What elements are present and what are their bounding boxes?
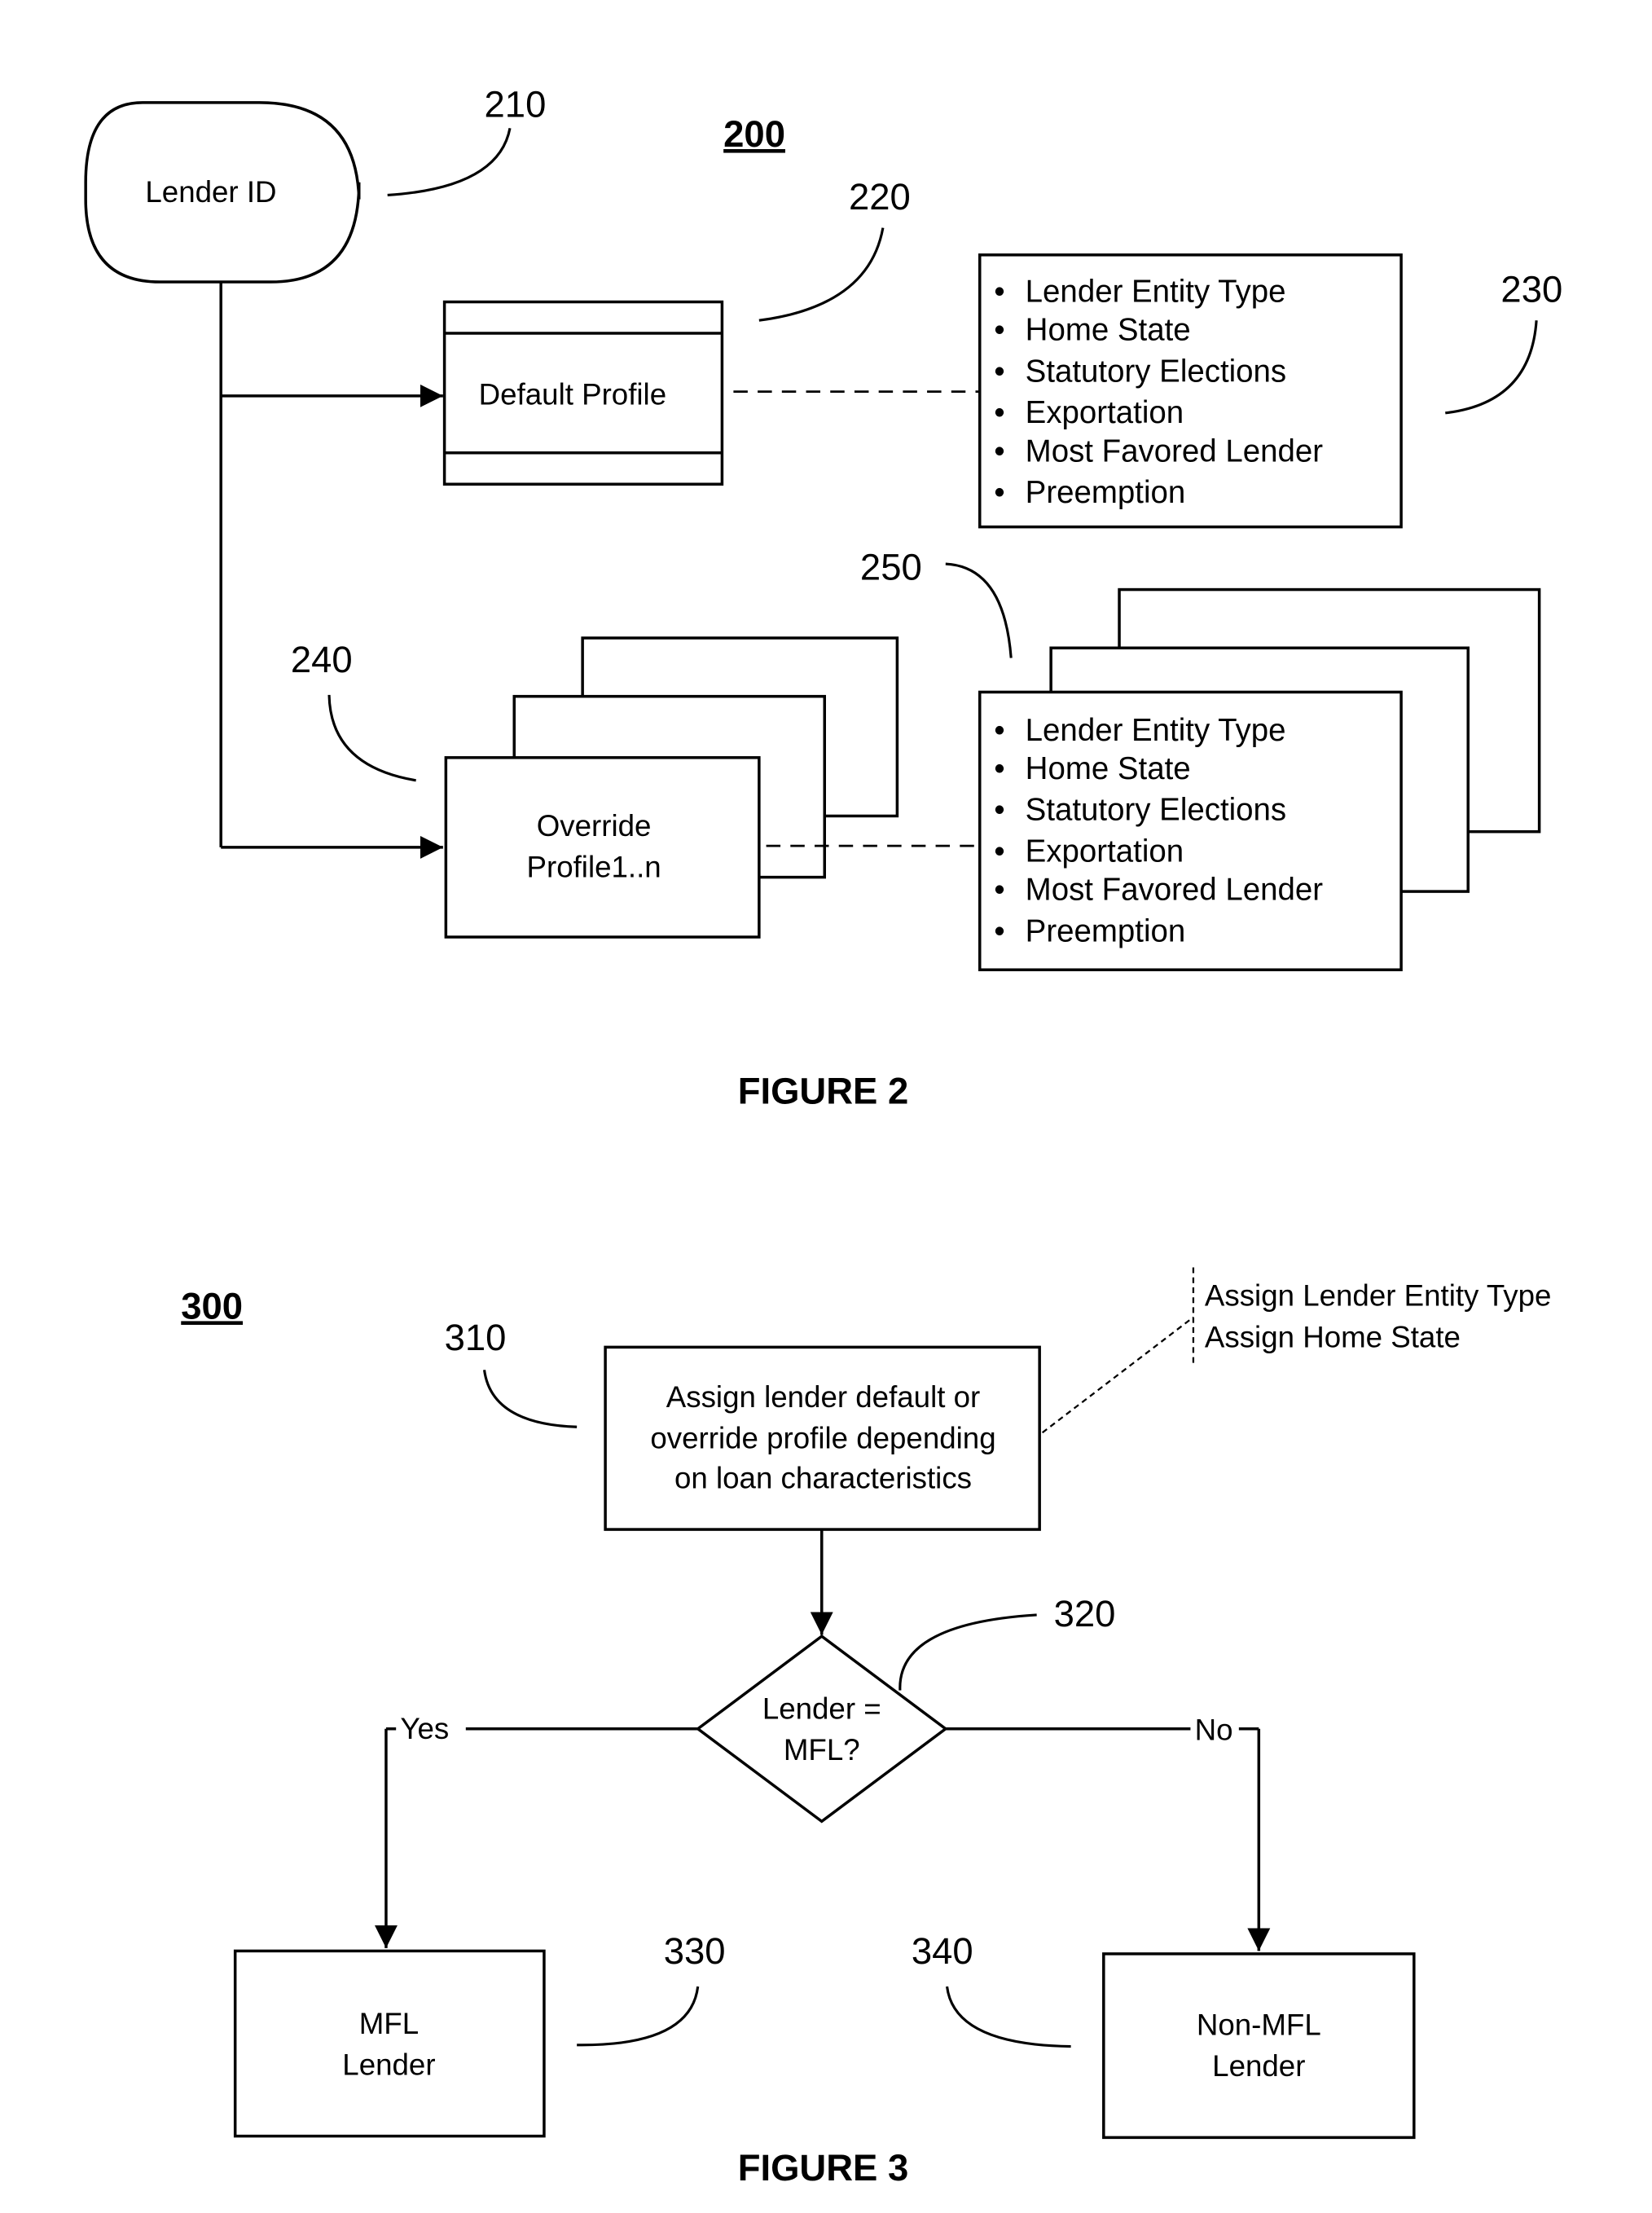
decision-text-line1: Lender = bbox=[762, 1692, 881, 1726]
patent-drawing-sheet: 200 Lender ID 210 Default Profile 220 • … bbox=[84, 83, 1562, 2189]
assign-profile-text-line1: Assign lender default or bbox=[666, 1380, 980, 1414]
no-label: No bbox=[1195, 1714, 1233, 1747]
override-attributes-stack: • Lender Entity Type • Home State • Stat… bbox=[978, 587, 1541, 971]
ref-210: 210 bbox=[485, 83, 547, 125]
bullet-icon: • bbox=[994, 751, 1004, 786]
assign-profile-text-line3: on loan characteristics bbox=[674, 1461, 972, 1494]
annotation-line1: Assign Lender Entity Type bbox=[1205, 1279, 1552, 1313]
yes-label: Yes bbox=[400, 1712, 449, 1745]
figure-2-number: 200 bbox=[723, 113, 785, 155]
mfl-lender-line2: Lender bbox=[342, 2048, 435, 2081]
mfl-lender-line1: MFL bbox=[359, 2007, 419, 2040]
default-profile-label: Default Profile bbox=[479, 377, 666, 411]
attribute-item: Most Favored Lender bbox=[1026, 873, 1324, 908]
attribute-item: Preemption bbox=[1026, 475, 1186, 510]
bullet-icon: • bbox=[994, 433, 1004, 469]
non-mfl-lender-box bbox=[1102, 1952, 1416, 2140]
ref-240: 240 bbox=[291, 639, 353, 680]
ref-320: 320 bbox=[1054, 1593, 1116, 1634]
annotation-leader bbox=[1041, 1316, 1194, 1434]
override-profile-label-line1: Override bbox=[537, 809, 652, 843]
attribute-item: Preemption bbox=[1026, 913, 1186, 948]
leader-320 bbox=[898, 1613, 1037, 1691]
bullet-icon: • bbox=[994, 873, 1004, 908]
ref-330: 330 bbox=[664, 1930, 726, 1972]
decision-text-line2: MFL? bbox=[784, 1733, 860, 1766]
ref-310: 310 bbox=[445, 1317, 507, 1358]
bullet-icon: • bbox=[994, 354, 1004, 389]
leader-310 bbox=[482, 1370, 578, 1428]
non-mfl-lender-line2: Lender bbox=[1212, 2049, 1305, 2083]
annotation-line2: Assign Home State bbox=[1205, 1320, 1461, 1353]
default-profile-node: Default Profile bbox=[442, 300, 724, 486]
decision-diamond bbox=[695, 1634, 948, 1824]
assign-profile-text-line2: override profile depending bbox=[650, 1421, 995, 1454]
figure-3: 300 Assign lender default or override pr… bbox=[181, 1267, 1552, 2189]
non-mfl-lender-line1: Non-MFL bbox=[1197, 2008, 1321, 2042]
figure-2: 200 Lender ID 210 Default Profile 220 • … bbox=[84, 83, 1562, 1112]
leader-330 bbox=[577, 1986, 700, 2047]
ref-230: 230 bbox=[1500, 269, 1562, 310]
bullet-icon: • bbox=[994, 713, 1004, 748]
override-profile-label-line2: Profile1..n bbox=[527, 851, 661, 884]
lender-id-node: Lender ID bbox=[84, 101, 361, 284]
leader-220 bbox=[758, 227, 885, 322]
leader-210 bbox=[387, 128, 512, 197]
bullet-icon: • bbox=[994, 913, 1004, 948]
override-profile-card-front bbox=[444, 756, 761, 939]
lender-id-label: Lender ID bbox=[145, 175, 276, 209]
attribute-item: Exportation bbox=[1026, 395, 1184, 430]
assign-profile-step: Assign lender default or override profil… bbox=[604, 1345, 1041, 1531]
figure-2-caption: FIGURE 2 bbox=[738, 1071, 909, 1112]
default-attributes-box: • Lender Entity Type • Home State • Stat… bbox=[978, 253, 1403, 529]
ref-250: 250 bbox=[860, 546, 922, 587]
bullet-icon: • bbox=[994, 475, 1004, 510]
attribute-item: Home State bbox=[1026, 751, 1191, 786]
attribute-item: Statutory Elections bbox=[1026, 793, 1286, 828]
bullet-icon: • bbox=[994, 275, 1004, 310]
figure-3-number: 300 bbox=[181, 1285, 243, 1326]
attribute-item: Home State bbox=[1026, 313, 1191, 348]
decision-node: Lender = MFL? bbox=[695, 1634, 948, 1824]
leader-230 bbox=[1445, 320, 1538, 415]
figure-3-caption: FIGURE 3 bbox=[738, 2147, 909, 2189]
bullet-icon: • bbox=[994, 313, 1004, 348]
attribute-item: Exportation bbox=[1026, 834, 1184, 869]
attribute-item: Statutory Elections bbox=[1026, 354, 1286, 389]
override-profile-stack: Override Profile1..n bbox=[444, 636, 899, 939]
mfl-lender-box bbox=[233, 1949, 546, 2138]
leader-240 bbox=[327, 694, 416, 782]
bullet-icon: • bbox=[994, 793, 1004, 828]
leader-340 bbox=[945, 1986, 1071, 2048]
ref-220: 220 bbox=[849, 176, 911, 218]
non-mfl-lender-node: Non-MFL Lender bbox=[1102, 1952, 1416, 2140]
attribute-item: Lender Entity Type bbox=[1026, 713, 1286, 748]
attribute-item: Lender Entity Type bbox=[1026, 275, 1286, 310]
leader-250 bbox=[945, 562, 1013, 658]
attribute-item: Most Favored Lender bbox=[1026, 433, 1324, 469]
mfl-lender-node: MFL Lender bbox=[233, 1949, 546, 2138]
bullet-icon: • bbox=[994, 834, 1004, 869]
ref-340: 340 bbox=[912, 1930, 973, 1972]
bullet-icon: • bbox=[994, 395, 1004, 430]
